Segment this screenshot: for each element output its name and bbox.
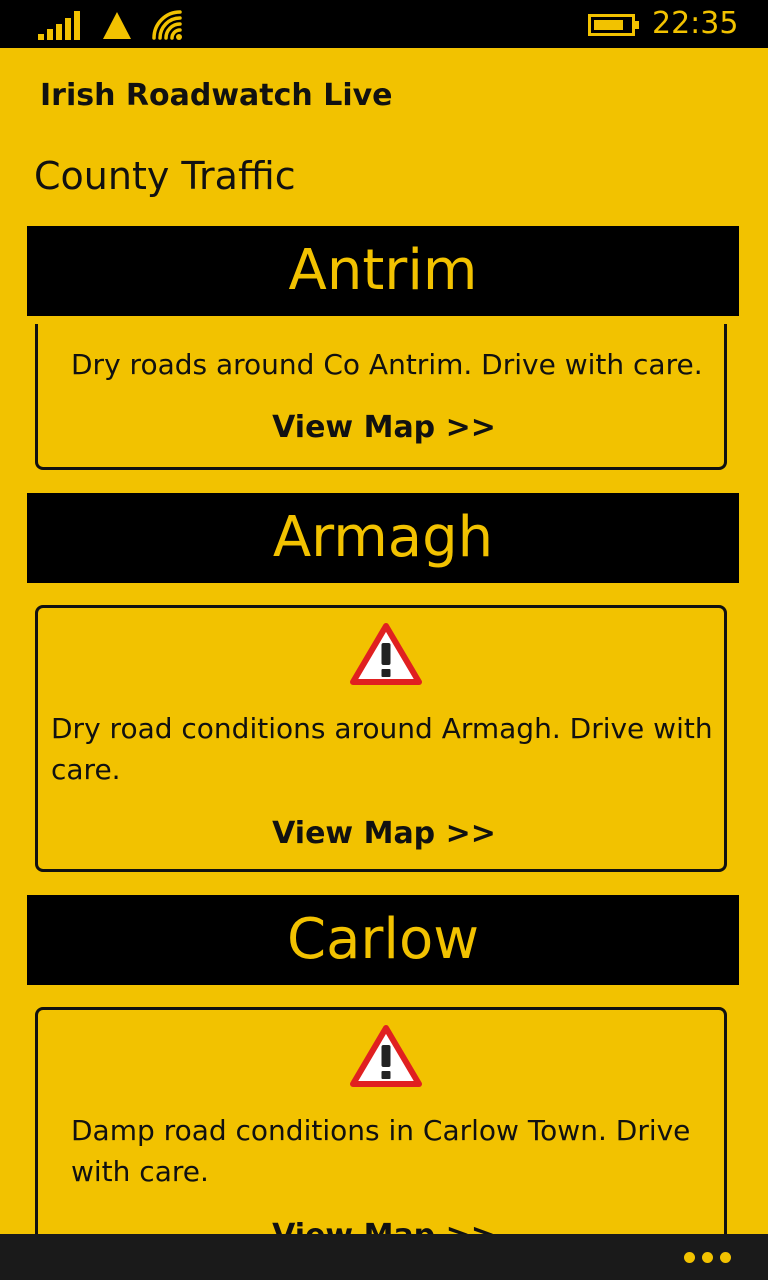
app-bar xyxy=(0,1234,768,1280)
view-map-link-antrim[interactable]: View Map >> xyxy=(38,410,730,445)
wifi-icon xyxy=(152,10,182,40)
page-title: County Traffic xyxy=(34,154,296,198)
alert-icon xyxy=(103,12,131,39)
county-card-antrim[interactable]: Dry roads around Co Antrim. Drive with c… xyxy=(35,324,727,470)
county-card-armagh[interactable]: Dry road conditions around Armagh. Drive… xyxy=(35,605,727,872)
county-description: Damp road conditions in Carlow Town. Dri… xyxy=(71,1114,691,1188)
view-map-link-carlow[interactable]: View Map >> xyxy=(38,1218,730,1234)
county-description: Dry roads around Co Antrim. Drive with c… xyxy=(71,348,703,381)
county-header-armagh: Armagh xyxy=(27,493,739,583)
county-card-carlow[interactable]: Damp road conditions in Carlow Town. Dri… xyxy=(35,1007,727,1234)
app-title: Irish Roadwatch Live xyxy=(40,78,393,113)
county-header-carlow: Carlow xyxy=(27,895,739,985)
county-header-antrim: Antrim xyxy=(27,226,739,316)
more-icon[interactable] xyxy=(684,1248,732,1266)
battery-icon xyxy=(588,14,639,36)
warning-icon xyxy=(350,623,422,685)
county-description: Dry road conditions around Armagh. Drive… xyxy=(51,712,713,786)
view-map-link-armagh[interactable]: View Map >> xyxy=(38,816,730,851)
status-bar: 22:35 xyxy=(0,0,768,48)
signal-icon xyxy=(38,11,80,40)
clock: 22:35 xyxy=(652,6,739,41)
county-list[interactable]: Antrim Dry roads around Co Antrim. Drive… xyxy=(0,226,768,1234)
warning-icon xyxy=(350,1025,422,1087)
